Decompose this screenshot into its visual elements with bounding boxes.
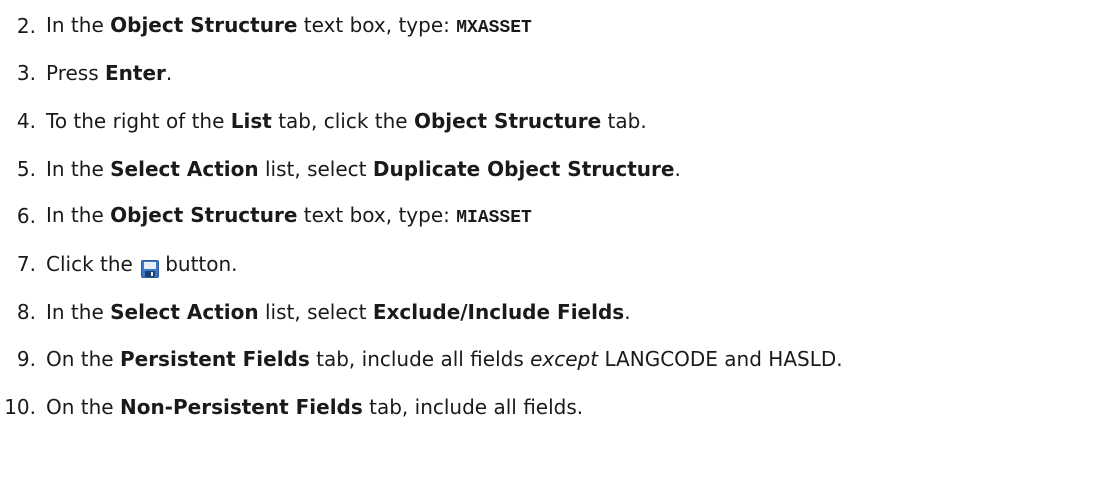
step-text-segment: list, select bbox=[258, 300, 373, 324]
step-text-segment: text box, type: bbox=[297, 12, 457, 37]
save-icon[interactable] bbox=[141, 256, 160, 278]
step-2: 2. In the Object Structure text box, typ… bbox=[0, 11, 532, 41]
step-text-segment: In the bbox=[46, 157, 111, 181]
step-number: 9. bbox=[16, 347, 36, 371]
step-text: In the Select Action list, select Exclud… bbox=[46, 297, 631, 327]
step-5: 5. In the Select Action list, select Dup… bbox=[0, 154, 681, 184]
step-text: In the Object Structure text box, type: … bbox=[46, 200, 532, 233]
ui-term: Object Structure bbox=[413, 109, 602, 133]
step-3: 3. Press Enter. bbox=[0, 58, 172, 88]
step-text-segment: tab, click the bbox=[271, 109, 414, 133]
step-text-segment: tab, include all fields. bbox=[362, 395, 584, 419]
step-text-segment: In the bbox=[46, 12, 111, 37]
ui-term: Object Structure bbox=[110, 12, 298, 37]
step-text-segment: . bbox=[165, 61, 173, 85]
step-7: 7. Click the button. bbox=[0, 249, 238, 279]
step-number: 8. bbox=[16, 300, 36, 324]
step-text-segment: On the bbox=[46, 395, 120, 419]
ui-term: Select Action bbox=[110, 300, 259, 324]
ui-term: Object Structure bbox=[110, 202, 298, 227]
step-text-segment: Press bbox=[46, 61, 105, 85]
step-text: In the Object Structure text box, type: … bbox=[46, 10, 532, 43]
step-text: On the Non-Persistent Fields tab, includ… bbox=[46, 392, 583, 422]
step-number: 5. bbox=[16, 157, 36, 181]
ui-term: Select Action bbox=[110, 157, 259, 181]
step-10: 10. On the Non-Persistent Fields tab, in… bbox=[0, 392, 583, 422]
ui-term: Duplicate Object Structure bbox=[372, 157, 675, 181]
code-value: MIASSET bbox=[456, 207, 532, 228]
step-9: 9. On the Persistent Fields tab, include… bbox=[0, 344, 843, 374]
ui-term: Enter bbox=[105, 61, 166, 85]
step-text: On the Persistent Fields tab, include al… bbox=[46, 344, 843, 374]
step-number: 4. bbox=[16, 109, 36, 133]
step-text-segment: tab. bbox=[601, 109, 647, 133]
ui-term: Exclude/Include Fields bbox=[372, 300, 625, 324]
step-text-segment: text box, type: bbox=[297, 202, 457, 227]
step-number: 6. bbox=[16, 204, 36, 228]
step-text-segment: . bbox=[674, 157, 681, 181]
ui-term: Persistent Fields bbox=[119, 347, 310, 371]
step-text-segment: In the bbox=[46, 202, 111, 227]
step-text-segment: . bbox=[624, 300, 631, 324]
step-text: Click the button. bbox=[46, 249, 238, 279]
step-number: 10. bbox=[4, 395, 36, 419]
step-text-segment: On the bbox=[46, 347, 120, 371]
step-text-segment: To the right of the bbox=[46, 109, 231, 133]
step-number: 7. bbox=[16, 252, 36, 276]
step-text-segment: button. bbox=[165, 252, 238, 276]
step-text-segment: tab, include all fields bbox=[309, 347, 531, 371]
step-4: 4. To the right of the List tab, click t… bbox=[0, 106, 647, 136]
step-text: To the right of the List tab, click the … bbox=[46, 106, 647, 136]
step-text-segment: list, select bbox=[258, 157, 373, 181]
step-text-segment: Click the bbox=[46, 252, 140, 276]
ui-term: List bbox=[230, 109, 272, 133]
code-value: MXASSET bbox=[456, 17, 532, 38]
step-text: In the Select Action list, select Duplic… bbox=[46, 154, 681, 184]
step-text-segment: LANGCODE and HASLD. bbox=[598, 347, 843, 371]
ui-term: Non-Persistent Fields bbox=[119, 395, 363, 419]
step-number: 3. bbox=[16, 61, 36, 85]
step-6: 6. In the Object Structure text box, typ… bbox=[0, 201, 532, 231]
step-text: Press Enter. bbox=[46, 58, 172, 88]
step-8: 8. In the Select Action list, select Exc… bbox=[0, 297, 631, 327]
step-number: 2. bbox=[16, 14, 36, 38]
step-text-segment: In the bbox=[46, 300, 111, 324]
emphasis: except bbox=[530, 347, 599, 371]
